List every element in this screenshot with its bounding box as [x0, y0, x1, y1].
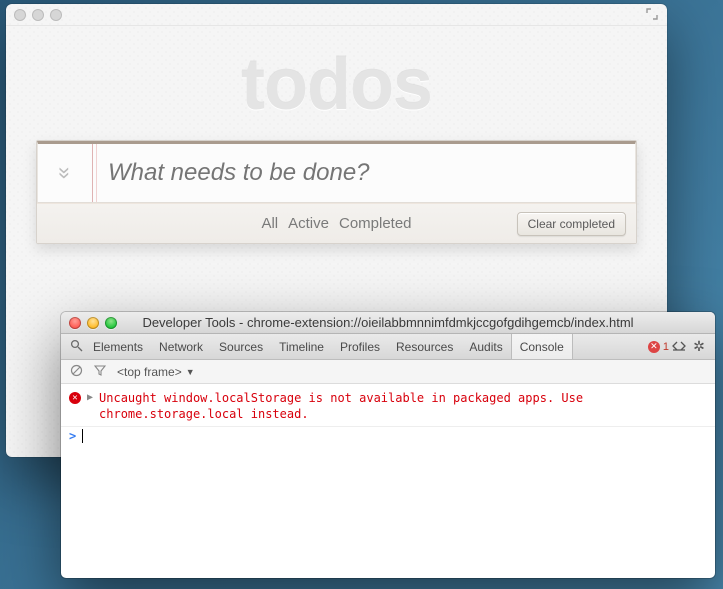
frame-selector-label: <top frame>: [117, 365, 182, 379]
traffic-lights: [69, 317, 117, 329]
zoom-icon[interactable]: [50, 9, 62, 21]
app-titlebar[interactable]: [6, 4, 667, 26]
chevron-down-icon: ▼: [186, 367, 195, 377]
filter-group: All Active Completed: [261, 215, 411, 232]
drawer-toggle-icon[interactable]: [669, 339, 689, 354]
settings-icon[interactable]: ✲: [689, 338, 709, 355]
minimize-icon[interactable]: [87, 317, 99, 329]
todo-footer: All Active Completed Clear completed: [37, 203, 636, 243]
expand-icon[interactable]: [645, 7, 659, 21]
toggle-all-button[interactable]: »: [38, 144, 92, 202]
console-toolbar: <top frame> ▼: [61, 360, 715, 384]
filter-active[interactable]: Active: [288, 215, 329, 232]
devtools-window: Developer Tools - chrome-extension://oie…: [61, 312, 715, 578]
close-icon[interactable]: [69, 317, 81, 329]
new-todo-input[interactable]: [92, 144, 635, 202]
error-icon: ✕: [69, 392, 81, 404]
devtools-titlebar[interactable]: Developer Tools - chrome-extension://oie…: [61, 312, 715, 334]
clear-console-icon[interactable]: [69, 364, 83, 380]
tab-sources[interactable]: Sources: [211, 334, 271, 359]
app-body: todos » All Active Completed Clear compl…: [6, 26, 667, 244]
tab-resources[interactable]: Resources: [388, 334, 461, 359]
filter-completed[interactable]: Completed: [339, 215, 412, 232]
zoom-icon[interactable]: [105, 317, 117, 329]
filter-all[interactable]: All: [261, 215, 278, 232]
tab-audits[interactable]: Audits: [461, 334, 510, 359]
close-icon[interactable]: [14, 9, 26, 21]
tab-network[interactable]: Network: [151, 334, 211, 359]
filter-icon[interactable]: [93, 364, 107, 379]
todo-card: » All Active Completed Clear completed: [36, 140, 637, 244]
clear-completed-button[interactable]: Clear completed: [517, 212, 626, 236]
inspect-icon[interactable]: [67, 339, 85, 355]
tab-elements[interactable]: Elements: [85, 334, 151, 359]
app-title: todos: [36, 44, 637, 126]
prompt-chevron-icon: >: [69, 429, 76, 443]
tab-profiles[interactable]: Profiles: [332, 334, 388, 359]
expand-triangle-icon[interactable]: ▶: [87, 392, 93, 403]
console-output[interactable]: ✕ ▶ Uncaught window.localStorage is not …: [61, 384, 715, 578]
devtools-title: Developer Tools - chrome-extension://oie…: [61, 315, 715, 330]
text-caret: [82, 429, 83, 443]
error-icon: ✕: [648, 341, 660, 353]
traffic-lights: [14, 9, 62, 21]
chevron-down-icon: »: [52, 167, 78, 179]
console-error-row[interactable]: ✕ ▶ Uncaught window.localStorage is not …: [61, 388, 715, 427]
console-prompt[interactable]: >: [61, 427, 715, 445]
tab-console[interactable]: Console: [511, 334, 573, 359]
error-count-badge[interactable]: ✕ 1: [648, 341, 669, 353]
tab-timeline[interactable]: Timeline: [271, 334, 332, 359]
devtools-tabbar: Elements Network Sources Timeline Profil…: [61, 334, 715, 360]
new-todo-row: »: [37, 141, 636, 203]
error-message: Uncaught window.localStorage is not avai…: [99, 390, 707, 422]
minimize-icon[interactable]: [32, 9, 44, 21]
frame-selector[interactable]: <top frame> ▼: [117, 365, 195, 379]
